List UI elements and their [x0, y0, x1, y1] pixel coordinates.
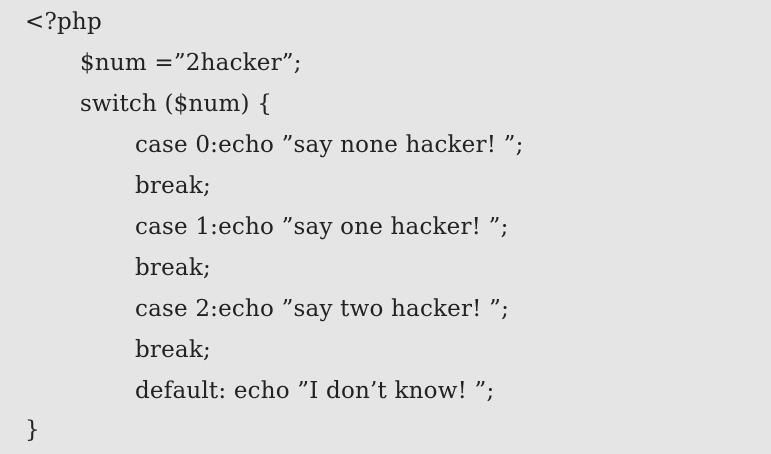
- code-line: break;: [135, 255, 211, 281]
- code-line: break;: [135, 337, 211, 363]
- code-line: case 2:echo ”say two hacker! ”;: [135, 296, 510, 322]
- code-line: switch ($num) {: [80, 91, 273, 117]
- code-line: case 1:echo ”say one hacker! ”;: [135, 214, 509, 240]
- code-line: default: echo ”I don’t know! ”;: [135, 378, 495, 404]
- code-block: <?php $num =”2hacker”; switch ($num) { c…: [0, 0, 771, 454]
- code-line: case 0:echo ”say none hacker! ”;: [135, 132, 524, 158]
- code-line: $num =”2hacker”;: [80, 50, 302, 76]
- code-line: break;: [135, 173, 211, 199]
- code-line: }: [25, 417, 40, 443]
- code-line: <?php: [25, 9, 102, 35]
